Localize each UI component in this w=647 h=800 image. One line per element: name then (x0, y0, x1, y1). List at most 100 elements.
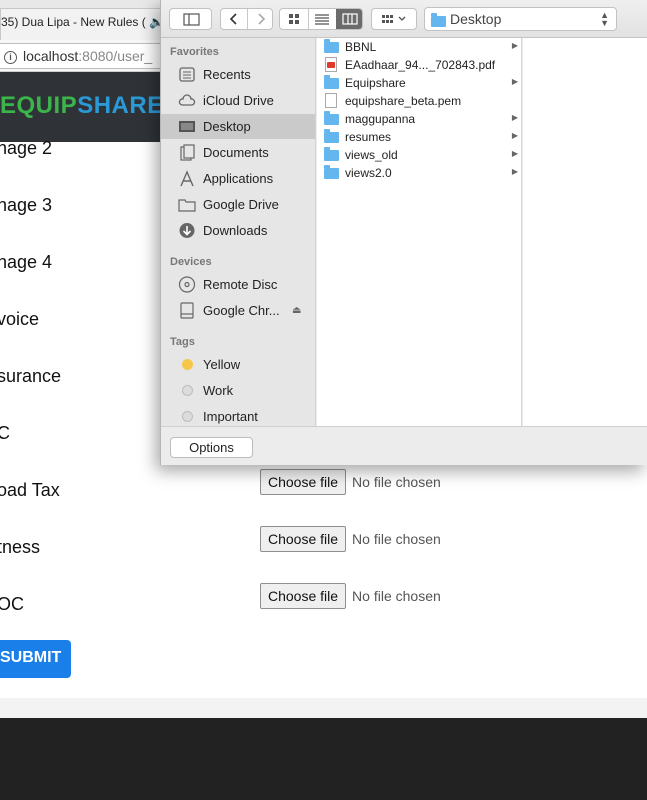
file-name: resumes (345, 130, 392, 144)
sidebar-item-remote-disc[interactable]: Remote Disc (161, 272, 315, 297)
disclosure-arrow-icon: ▶ (511, 149, 518, 158)
form-label-road-tax: oad Tax (0, 480, 60, 500)
file-input-road-tax: Choose file No file chosen (260, 469, 441, 495)
sidebar-item-label: Important (203, 409, 258, 424)
location-popup[interactable]: Desktop ▲ ▼ (424, 7, 617, 31)
choose-file-button[interactable]: Choose file (260, 583, 347, 609)
sidebar-item-downloads[interactable]: Downloads (161, 218, 315, 243)
pdf-icon (325, 57, 337, 72)
forward-icon[interactable] (248, 9, 274, 29)
disclosure-arrow-icon: ▶ (511, 41, 518, 50)
list-view-icon[interactable] (308, 9, 336, 29)
sidebar-item-label: Recents (203, 67, 251, 82)
sidebar-item-desktop[interactable]: Desktop (161, 114, 315, 139)
location-label: Desktop (450, 11, 502, 27)
drive-icon (180, 302, 194, 319)
recents-icon (179, 67, 195, 82)
file-name: maggupanna (345, 112, 416, 126)
cloud-icon (178, 94, 196, 106)
file-input-fitness: Choose file No file chosen (260, 526, 441, 552)
form-label-rc: C (0, 423, 10, 443)
disclosure-arrow-icon: ▶ (511, 113, 518, 122)
updown-chevron-icon: ▲ ▼ (600, 10, 609, 28)
sidebar-toggle-icon (183, 13, 200, 26)
sidebar-item-label: Downloads (203, 223, 268, 238)
arrange-button[interactable] (371, 8, 417, 30)
tags-heading: Tags (170, 336, 195, 348)
folder-icon (324, 147, 339, 161)
sidebar-item-documents[interactable]: Documents (161, 140, 315, 165)
applications-icon (180, 170, 194, 187)
back-icon[interactable] (221, 9, 247, 29)
form-label-image-4: nage 4 (0, 252, 53, 272)
devices-heading: Devices (170, 256, 212, 268)
file-item-folder[interactable]: views2.0 ▶ (317, 164, 521, 182)
form-label-invoice: voice (0, 309, 40, 329)
disc-icon (178, 276, 196, 293)
sidebar-item-label: Google Chr... (203, 303, 280, 318)
favorites-heading: Favorites (170, 46, 219, 58)
file-item-pdf[interactable]: EAadhaar_94..._702843.pdf (317, 56, 521, 74)
file-item-folder[interactable]: maggupanna ▶ (317, 110, 521, 128)
tab-title: 35) Dua Lipa - New Rules ( (1, 15, 146, 29)
file-item-folder[interactable]: views_old ▶ (317, 146, 521, 164)
url-host: localhost (23, 48, 79, 64)
sidebar-item-label: Yellow (203, 357, 241, 372)
column-view-icon (342, 13, 358, 25)
logo-text-share: SHARE (77, 92, 164, 119)
form-label-insurance: surance (0, 366, 62, 386)
site-footer (0, 718, 647, 800)
form-label-puc: OC (0, 594, 24, 614)
sidebar-item-label: Remote Disc (203, 277, 278, 292)
sidebar-item-icloud-drive[interactable]: iCloud Drive (161, 88, 315, 113)
arrange-icon (382, 15, 406, 23)
file-item-folder[interactable]: BBNL ▶ (317, 38, 521, 56)
sidebar-item-label: Google Drive (203, 197, 279, 212)
file-status: No file chosen (352, 474, 441, 490)
file-name: EAadhaar_94..._702843.pdf (345, 58, 496, 72)
equipshare-logo[interactable]: EQUIPSHARE (0, 92, 164, 120)
folder-icon (178, 199, 196, 212)
url-path: :8080/user_ (78, 48, 153, 64)
sidebar-item-label: Documents (203, 145, 269, 160)
column-view-button[interactable] (336, 9, 362, 29)
folder-icon (324, 129, 339, 143)
eject-icon[interactable]: ⏏ (292, 305, 301, 316)
empty-column (523, 38, 647, 426)
folder-icon (324, 111, 339, 125)
sidebar-item-applications[interactable]: Applications (161, 166, 315, 191)
file-item-document[interactable]: equipshare_beta.pem (317, 92, 521, 110)
sidebar-toggle-button[interactable] (169, 8, 212, 30)
document-icon (325, 93, 337, 108)
sidebar-item-google-drive[interactable]: Google Drive (161, 192, 315, 217)
form-label-image-3: nage 3 (0, 195, 53, 215)
file-item-folder[interactable]: Equipshare ▶ (317, 74, 521, 92)
sidebar-item-label: Desktop (203, 119, 251, 134)
form-label-image-2: nage 2 (0, 138, 53, 158)
sidebar-item-label: Work (203, 383, 234, 398)
file-item-folder[interactable]: resumes ▶ (317, 128, 521, 146)
yellow-tag-icon (182, 359, 193, 370)
sidebar-item-tag-work[interactable]: Work (161, 378, 315, 403)
submit-button[interactable]: SUBMIT (0, 640, 71, 678)
options-button[interactable]: Options (170, 437, 253, 458)
sidebar-item-google-chrome-volume[interactable]: Google Chr... ⏏ (161, 298, 315, 323)
file-column: BBNL ▶ EAadhaar_94..._702843.pdf Equipsh… (317, 38, 522, 426)
sidebar-item-label: Applications (203, 171, 274, 186)
sidebar-item-recents[interactable]: Recents (161, 62, 315, 87)
file-name: equipshare_beta.pem (345, 94, 462, 108)
browser-tab[interactable]: 35) Dua Lipa - New Rules ( 🔈 (0, 8, 175, 40)
file-status: No file chosen (352, 531, 441, 547)
gray-tag-icon (182, 385, 193, 396)
choose-file-button[interactable]: Choose file (260, 526, 347, 552)
folder-icon (324, 165, 339, 179)
choose-file-button[interactable]: Choose file (260, 469, 347, 495)
icon-view-icon[interactable] (280, 9, 308, 29)
info-icon[interactable]: i (4, 51, 17, 64)
gray-tag-icon (182, 411, 193, 422)
file-input-puc: Choose file No file chosen (260, 583, 441, 609)
sidebar-item-tag-yellow[interactable]: Yellow (161, 352, 315, 377)
desktop-icon (179, 121, 195, 132)
sidebar-item-label: iCloud Drive (203, 93, 274, 108)
disclosure-arrow-icon: ▶ (511, 167, 518, 176)
